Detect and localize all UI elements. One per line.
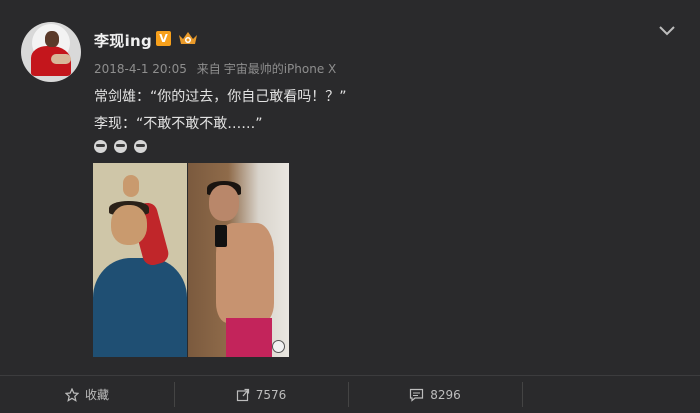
comment-icon [410, 388, 424, 402]
post-source[interactable]: 宇宙最帅的iPhone X [224, 62, 337, 76]
monkey-emoji-icon [134, 140, 148, 153]
weibo-post-card: 李现ing V 2018-4-1 20:05 来自 宇宙最帅的iPhone X 常… [0, 0, 700, 413]
star-icon [64, 387, 79, 402]
verified-v-icon[interactable]: V [156, 31, 171, 46]
share-icon [236, 388, 249, 401]
kid-head [111, 205, 147, 245]
avatar-figure-arm [51, 54, 71, 64]
divider [522, 382, 523, 407]
share-button[interactable]: 7576 [174, 376, 348, 413]
favorite-button[interactable]: 收藏 [0, 376, 174, 413]
watermark-icon [272, 340, 285, 353]
monkey-emoji-icon [94, 140, 107, 153]
man-head [209, 185, 239, 221]
chevron-down-icon[interactable] [656, 20, 678, 40]
share-count: 7576 [255, 387, 287, 402]
phone-in-photo [215, 225, 227, 247]
monkey-emoji-icon [114, 140, 128, 153]
kid-figure [93, 258, 187, 357]
emoji-row [94, 138, 149, 154]
username[interactable]: 李现ing [94, 30, 152, 51]
post-source-prefix: 来自 [196, 62, 221, 76]
post-image[interactable] [93, 163, 289, 357]
favorite-label: 收藏 [84, 388, 109, 402]
kid-hand [123, 175, 139, 197]
avatar[interactable] [21, 22, 81, 82]
comment-count: 8296 [430, 387, 461, 402]
post-meta: 2018-4-1 20:05 来自 宇宙最帅的iPhone X [94, 60, 336, 77]
post-text-line: 常剑雄：“你的过去，你自己敢看吗！？” [94, 89, 347, 105]
post-timestamp[interactable]: 2018-4-1 20:05 [94, 62, 187, 76]
action-bar: 收藏 7576 8296 [0, 375, 700, 413]
crown-icon[interactable] [177, 29, 199, 47]
man-shorts [226, 318, 272, 357]
comment-button[interactable]: 8296 [348, 376, 522, 413]
avatar-figure-head [45, 31, 59, 47]
post-text-line: 李现：“不敢不敢不敢……” [94, 116, 263, 132]
